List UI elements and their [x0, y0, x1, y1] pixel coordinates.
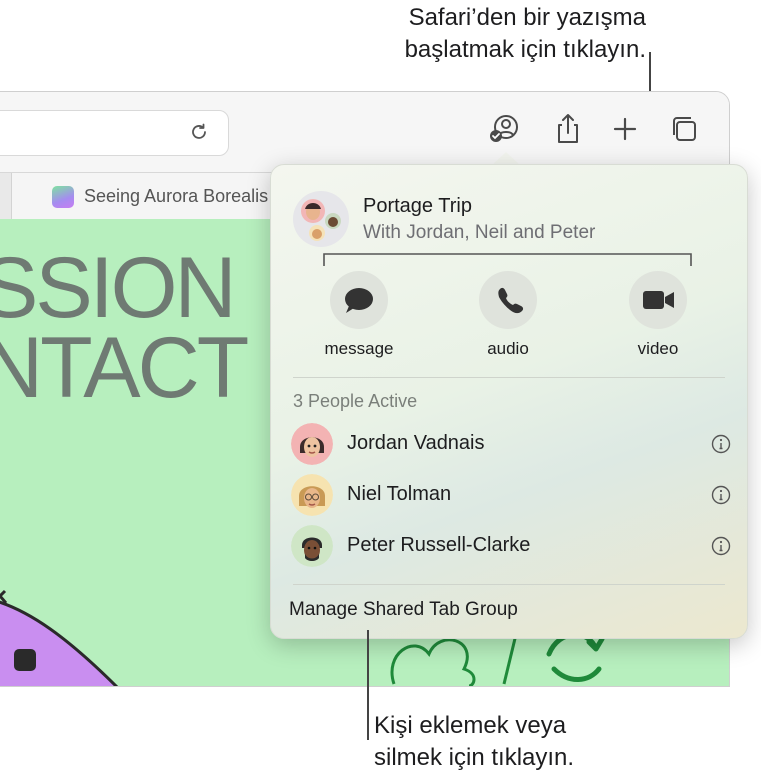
manage-shared-tab-group-link[interactable]: Manage Shared Tab Group [289, 599, 518, 621]
video-camera-icon [643, 291, 674, 309]
callout-top-line2: başlatmak için tıklayın. [404, 36, 646, 63]
hero-text-line2: NTACT [0, 320, 249, 416]
shared-tab-group-popover: Portage Trip With Jordan, Neil and Peter… [270, 164, 748, 639]
group-avatar [293, 191, 349, 247]
callout-bracket [323, 253, 692, 266]
callout-start-conversation: Safari’den bir yazışma başlatmak için tı… [405, 2, 646, 66]
person-name: Jordan Vadnais [347, 432, 485, 454]
shared-tab-group-icon[interactable] [487, 112, 521, 146]
tab-seeing-aurora[interactable]: Seeing Aurora Borealis [11, 173, 282, 219]
callout-bottom-line2: silmek için tıklayın. [374, 744, 575, 771]
callout-manage-people: Kişi eklemek veya silmek için tıklayın. [374, 710, 574, 774]
divider-top [293, 377, 725, 378]
audio-circle[interactable] [479, 271, 537, 329]
toolbar [0, 92, 729, 172]
info-icon[interactable] [711, 536, 731, 556]
message-button[interactable]: message [309, 271, 409, 359]
avatar [291, 423, 333, 465]
message-bubble-icon [345, 288, 373, 313]
avatar [291, 525, 333, 567]
favicon-icon [52, 186, 74, 208]
audio-label: audio [487, 339, 529, 358]
callout-bottom-line1: Kişi eklemek veya [374, 712, 567, 739]
divider-bottom [293, 584, 725, 585]
share-icon[interactable] [551, 112, 585, 146]
video-label: video [637, 339, 679, 358]
decorative-illustration [0, 589, 119, 686]
person-row-niel: Niel Tolman [291, 474, 731, 518]
video-button[interactable]: video [608, 271, 708, 359]
info-icon[interactable] [711, 434, 731, 454]
person-name: Niel Tolman [347, 483, 452, 505]
address-bar[interactable] [0, 110, 229, 156]
group-name: Portage Trip [363, 195, 472, 217]
tab-overview-icon[interactable] [667, 112, 701, 146]
video-circle[interactable] [629, 271, 687, 329]
message-circle[interactable] [330, 271, 388, 329]
callout-top-line1: Safari’den bir yazışma [408, 4, 646, 31]
avatar [291, 474, 333, 516]
audio-button[interactable]: audio [458, 271, 558, 359]
phone-icon [498, 287, 524, 314]
tab-title: Seeing Aurora Borealis [84, 186, 269, 206]
active-people-heading: 3 People Active [293, 391, 418, 411]
message-label: message [324, 339, 394, 358]
info-icon[interactable] [711, 485, 731, 505]
group-memoji-icon [301, 199, 341, 241]
callout-bottom-leader [367, 630, 369, 740]
person-name: Peter Russell-Clarke [347, 534, 531, 556]
person-row-jordan: Jordan Vadnais [291, 423, 731, 467]
new-tab-plus-icon[interactable] [608, 112, 642, 146]
group-members: With Jordan, Neil and Peter [363, 222, 596, 243]
reload-icon[interactable] [188, 121, 210, 143]
person-row-peter: Peter Russell-Clarke [291, 525, 731, 569]
